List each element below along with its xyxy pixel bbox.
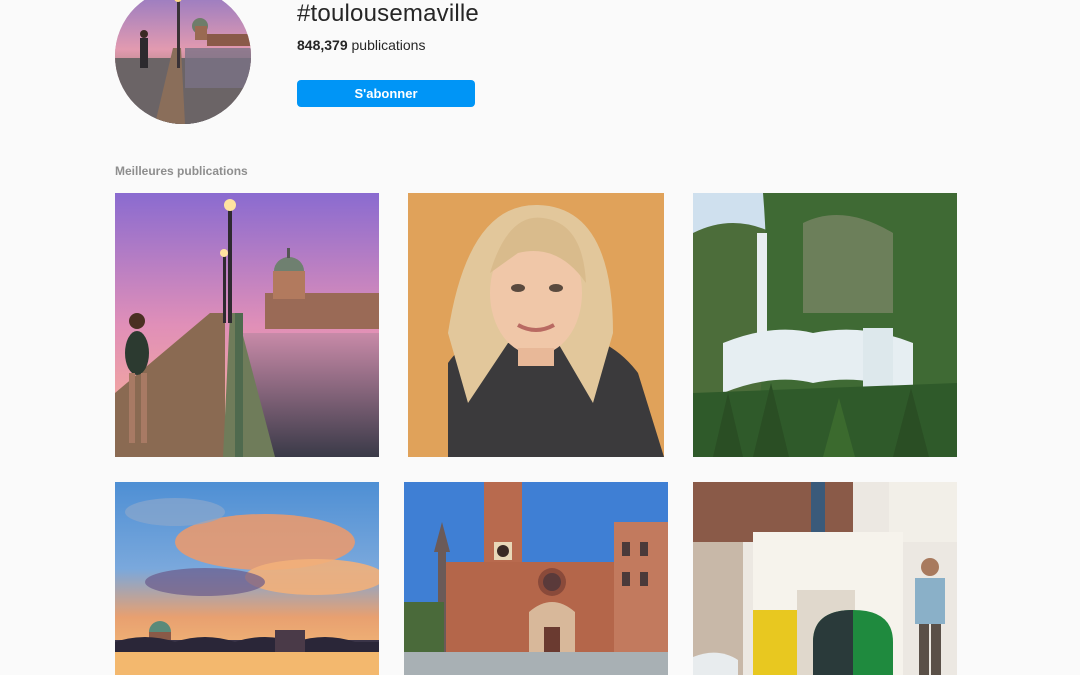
post-image [115, 193, 379, 457]
follow-button[interactable]: S'abonner [297, 80, 475, 107]
hashtag-page: #toulousemaville 848,379 publications S'… [0, 0, 1080, 675]
hashtag-title: #toulousemaville [297, 0, 479, 27]
post-tile-selfie[interactable] [408, 193, 664, 457]
post-tile-bridge-dusk[interactable] [115, 193, 379, 457]
post-tile-cathedral[interactable] [404, 482, 668, 675]
post-tile-interior-art[interactable] [693, 482, 957, 675]
post-tile-waterfall[interactable] [693, 193, 957, 457]
post-image [693, 482, 957, 675]
publication-count-label: publications [351, 37, 426, 53]
post-tile-sunset-bridge[interactable] [115, 482, 379, 675]
publication-count: 848,379 publications [297, 37, 425, 53]
top-posts-heading: Meilleures publications [115, 164, 248, 178]
post-image [693, 193, 957, 457]
post-image [115, 482, 379, 675]
post-image [404, 482, 668, 675]
hashtag-avatar [115, 0, 251, 124]
post-image [408, 193, 664, 457]
publication-count-value: 848,379 [297, 37, 348, 53]
